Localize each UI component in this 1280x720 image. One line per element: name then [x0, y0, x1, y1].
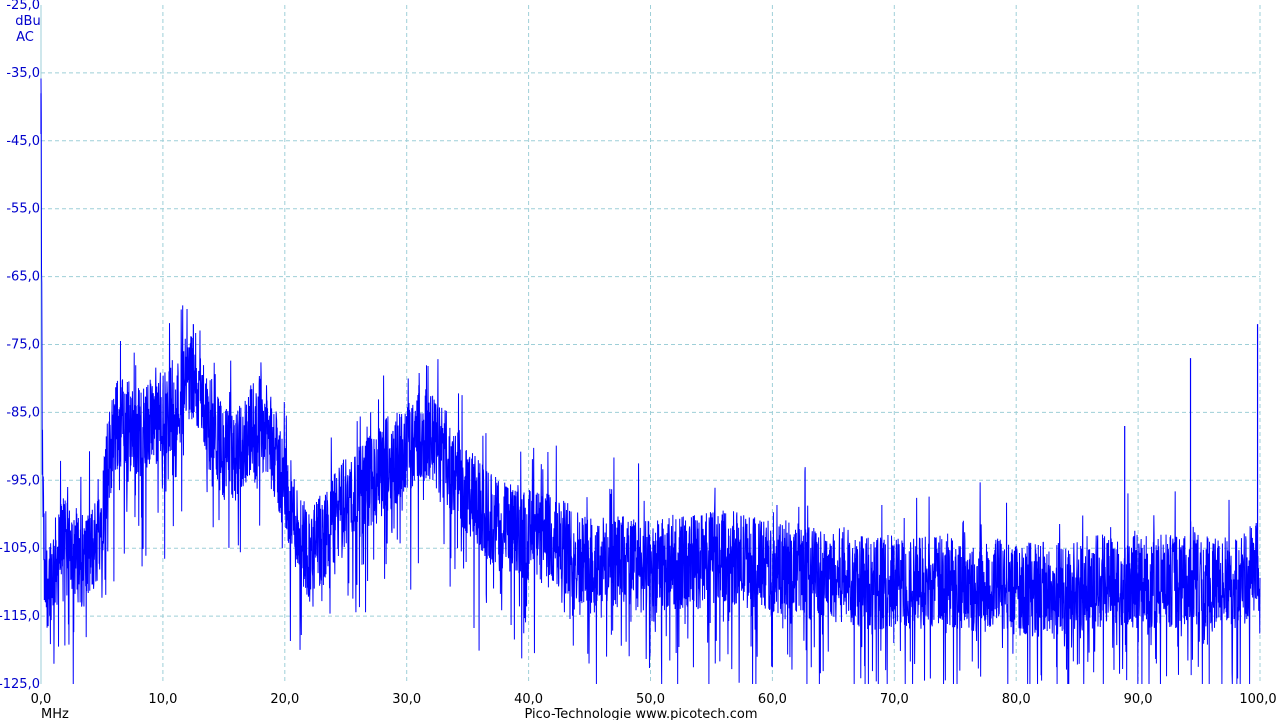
x-tick-label: 60,0	[758, 692, 787, 707]
x-tick-label: 20,0	[270, 692, 299, 707]
y-tick-label: -25,0	[6, 0, 40, 13]
y-axis-unit: dBu	[15, 14, 40, 29]
y-tick-label: -105,0	[0, 541, 40, 556]
x-tick-label: 0,0	[31, 692, 52, 707]
y-tick-label: -55,0	[6, 202, 40, 217]
y-tick-label: -45,0	[6, 134, 40, 149]
y-tick-label: -125,0	[0, 677, 40, 692]
y-tick-label: -85,0	[6, 405, 40, 420]
y-tick-label: -115,0	[0, 609, 40, 624]
spectrum-chart: -25,0 -35,0 -45,0 -55,0 -65,0 -75,0 -85,0 -95,0…	[0, 0, 1277, 720]
x-tick-label: 40,0	[514, 692, 543, 707]
x-tick-label: 80,0	[1002, 692, 1031, 707]
x-tick-label: 90,0	[1124, 692, 1153, 707]
x-tick-label: 30,0	[392, 692, 421, 707]
x-tick-label: 100,0	[1239, 692, 1276, 707]
x-tick-label: 50,0	[636, 692, 665, 707]
y-axis-ticks: -25,0 -35,0 -45,0 -55,0 -65,0 -75,0 -85,0 -95,0…	[0, 0, 40, 692]
y-tick-label: -35,0	[6, 66, 40, 81]
y-tick-label: -65,0	[6, 270, 40, 285]
x-tick-label: 10,0	[148, 692, 177, 707]
x-axis-label: MHz	[41, 707, 69, 720]
x-tick-label: 70,0	[880, 692, 909, 707]
y-axis-coupling: AC	[16, 30, 34, 45]
y-tick-label: -75,0	[6, 338, 40, 353]
y-tick-label: -95,0	[6, 473, 40, 488]
footer-brand: Pico-Technologie www.picotech.com	[524, 707, 757, 720]
x-axis-ticks: 0,0 10,0 20,0 30,0 40,0 50,0 60,0 70,0 80,0 90,0 1…	[31, 692, 1277, 707]
